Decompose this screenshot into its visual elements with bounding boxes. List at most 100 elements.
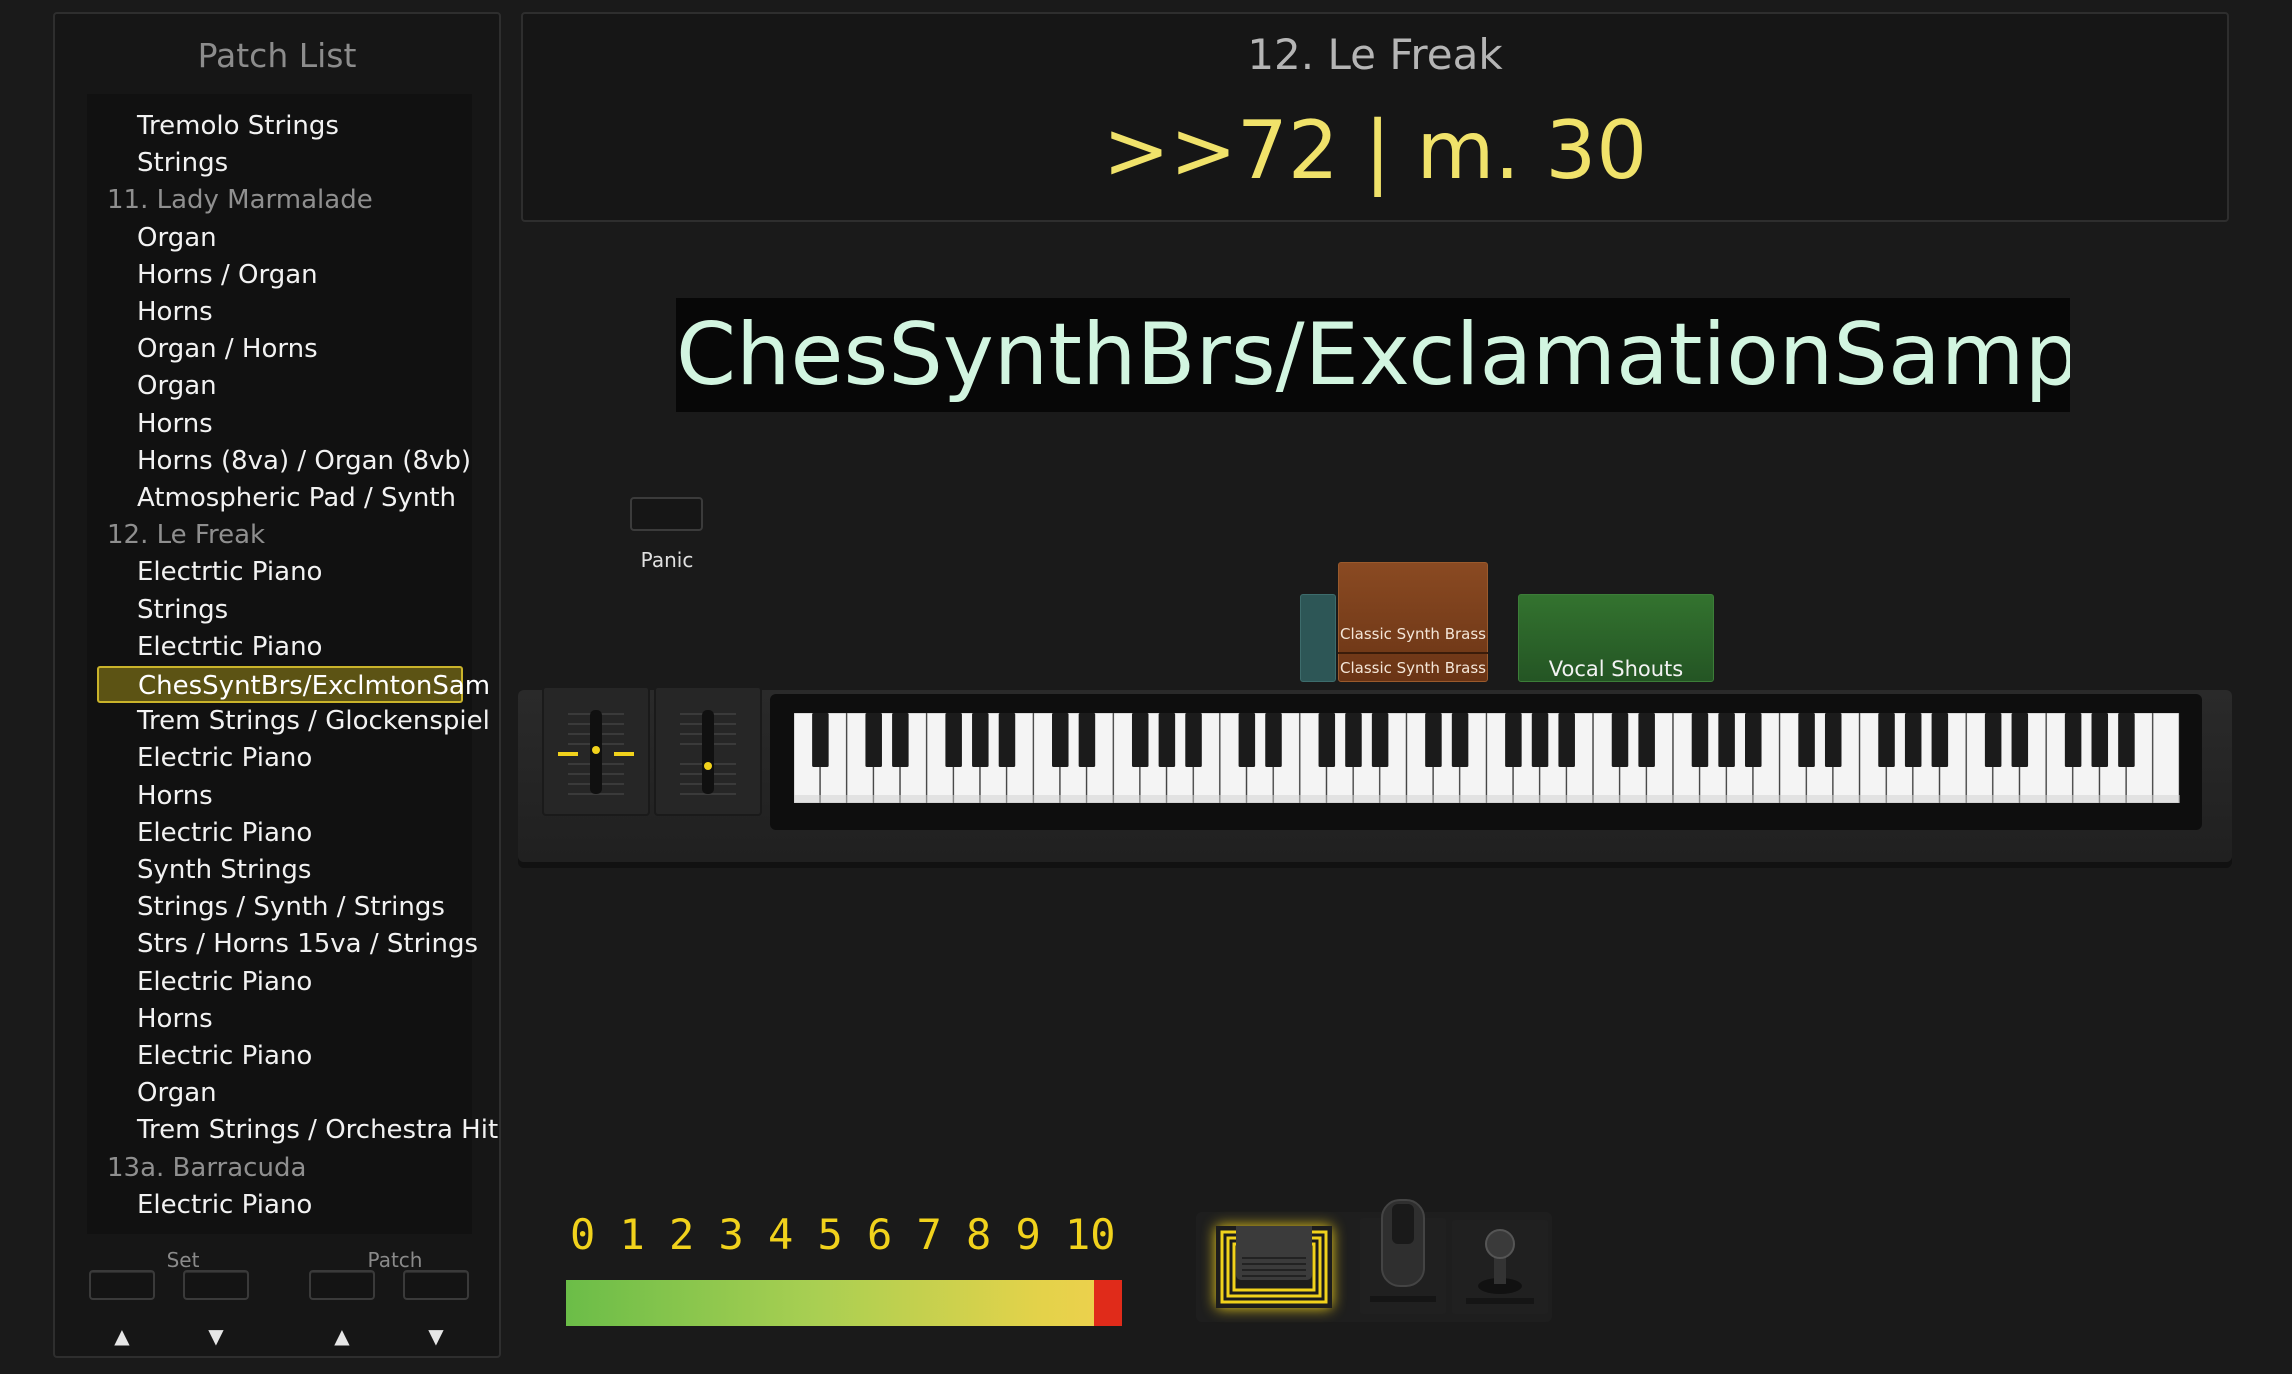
patch-item[interactable]: Strs / Horns 15va / Strings	[87, 926, 478, 963]
patch-item[interactable]: Electrtic Piano	[87, 629, 472, 666]
set-up-button[interactable]	[89, 1270, 155, 1300]
panic-button[interactable]	[630, 497, 703, 531]
black-key[interactable]	[1984, 713, 2002, 767]
patch-item[interactable]: Horns	[87, 1001, 472, 1038]
patch-down-arrow-icon[interactable]: ▼	[403, 1324, 469, 1348]
sustain-pedal[interactable]	[1216, 1208, 1332, 1308]
black-key[interactable]	[1745, 713, 1762, 767]
patch-list[interactable]: Tremolo Strings Strings 11. Lady Marmalade…	[87, 94, 498, 1234]
black-key[interactable]	[892, 713, 909, 767]
set-down-button[interactable]	[183, 1270, 249, 1300]
expression-pedal-icon	[1360, 1199, 1446, 1314]
patch-item[interactable]: Electrtic Piano	[87, 554, 472, 591]
patch-item[interactable]: Horns	[87, 778, 472, 815]
volume-meter-scale: 0 1 2 3 4 5 6 7 8 9 10	[570, 1210, 1130, 1260]
black-key[interactable]	[1505, 713, 1522, 767]
song-header-item[interactable]: 12. Le Freak	[87, 517, 472, 554]
meter-scale-tick: 1	[619, 1210, 645, 1259]
patch-item[interactable]: Electric Piano	[87, 815, 472, 852]
joystick-icon	[1452, 1220, 1548, 1314]
black-key[interactable]	[1158, 713, 1176, 767]
black-key[interactable]	[1185, 713, 1202, 767]
black-key[interactable]	[1904, 713, 1922, 767]
measure-display: >>72 | m. 30	[1102, 104, 1648, 197]
black-key[interactable]	[1451, 713, 1469, 767]
selected-patch-item[interactable]: ChesSyntBrs/ExclmtonSam	[97, 666, 490, 703]
song-header-item[interactable]: 11. Lady Marmalade	[87, 182, 472, 219]
black-key[interactable]	[1531, 713, 1549, 767]
patch-item[interactable]: Electric Piano	[87, 964, 472, 1001]
patch-item[interactable]: Electric Piano	[87, 740, 472, 777]
patch-list-title: Patch List	[197, 36, 357, 75]
black-key[interactable]	[1371, 713, 1389, 767]
patch-item[interactable]: Strings	[87, 145, 472, 182]
patch-item[interactable]: Organ / Horns	[87, 331, 472, 368]
black-key[interactable]	[1718, 713, 1735, 767]
patch-item[interactable]: Trem Strings / Orchestra Hit	[87, 1112, 498, 1149]
black-key[interactable]	[1878, 713, 1895, 767]
patch-item[interactable]: Atmospheric Pad / Synth	[87, 480, 472, 517]
patch-up-button[interactable]	[309, 1270, 375, 1300]
patch-item[interactable]: Electric Piano	[87, 1038, 472, 1075]
meter-scale-tick: 3	[718, 1210, 744, 1259]
white-key[interactable]	[2153, 713, 2180, 803]
black-key[interactable]	[1425, 713, 1442, 767]
black-key[interactable]	[1131, 713, 1149, 767]
black-key[interactable]	[1345, 713, 1362, 767]
black-key[interactable]	[1558, 713, 1575, 767]
black-key[interactable]	[945, 713, 962, 767]
patch-item[interactable]: Horns (8va) / Organ (8vb)	[87, 443, 472, 480]
black-key[interactable]	[1265, 713, 1282, 767]
expression-pedal[interactable]	[1360, 1198, 1446, 1316]
set-up-arrow-icon[interactable]: ▲	[89, 1324, 155, 1348]
joystick[interactable]	[1452, 1214, 1548, 1316]
patch-item[interactable]: Organ	[87, 1075, 472, 1112]
black-key[interactable]	[1052, 713, 1069, 767]
black-key[interactable]	[812, 713, 829, 767]
layer-vocal-shouts[interactable]: Vocal Shouts	[1518, 594, 1714, 682]
patch-item[interactable]: Strings	[87, 592, 472, 629]
black-key[interactable]	[998, 713, 1016, 767]
patch-item[interactable]: Tremolo Strings	[87, 108, 472, 145]
patch-item[interactable]: Organ	[87, 220, 472, 257]
patch-item[interactable]: Synth Strings	[87, 852, 472, 889]
piano-keys[interactable]	[794, 713, 2180, 803]
black-key[interactable]	[1078, 713, 1096, 767]
patch-item[interactable]: Horns	[87, 406, 472, 443]
black-key[interactable]	[1824, 713, 1842, 767]
layer-classic-synth-brass[interactable]: Classic Synth Brass Classic Synth Brass	[1338, 562, 1488, 682]
black-key[interactable]	[2118, 713, 2135, 767]
patch-item[interactable]: Trem Strings / Glockenspiel	[87, 703, 490, 740]
pitch-wheel-icon	[558, 710, 634, 795]
patch-item[interactable]: Horns	[87, 294, 472, 331]
patch-item[interactable]: Organ	[87, 368, 472, 405]
volume-meter	[566, 1280, 1122, 1326]
volume-meter-fill	[566, 1280, 1122, 1326]
black-key[interactable]	[2091, 713, 2109, 767]
song-header-item[interactable]: 13a. Barracuda	[87, 1150, 472, 1187]
black-key[interactable]	[972, 713, 989, 767]
layer-vocal-shouts-label: Vocal Shouts	[1548, 657, 1684, 681]
patch-item[interactable]: Strings / Synth / Strings	[87, 889, 472, 926]
meter-scale-tick: 4	[768, 1210, 794, 1259]
patch-item[interactable]: Horns / Organ	[87, 257, 472, 294]
layer-small-teal[interactable]	[1300, 594, 1336, 682]
black-key[interactable]	[1691, 713, 1709, 767]
black-key[interactable]	[1638, 713, 1655, 767]
black-key[interactable]	[2011, 713, 2029, 767]
set-down-arrow-icon[interactable]: ▼	[183, 1324, 249, 1348]
patch-down-button[interactable]	[403, 1270, 469, 1300]
patch-item[interactable]: Electric Piano	[87, 1187, 472, 1224]
black-key[interactable]	[1798, 713, 1815, 767]
black-key[interactable]	[1238, 713, 1256, 767]
mod-wheel[interactable]	[654, 686, 762, 816]
meter-scale-tick: 6	[867, 1210, 893, 1259]
black-key[interactable]	[1318, 713, 1336, 767]
patch-up-arrow-icon[interactable]: ▲	[309, 1324, 375, 1348]
black-key[interactable]	[1611, 713, 1629, 767]
layer-divider	[1338, 652, 1488, 654]
pitch-wheel[interactable]	[542, 686, 650, 816]
black-key[interactable]	[1931, 713, 1949, 767]
black-key[interactable]	[2064, 713, 2082, 767]
black-key[interactable]	[865, 713, 882, 767]
